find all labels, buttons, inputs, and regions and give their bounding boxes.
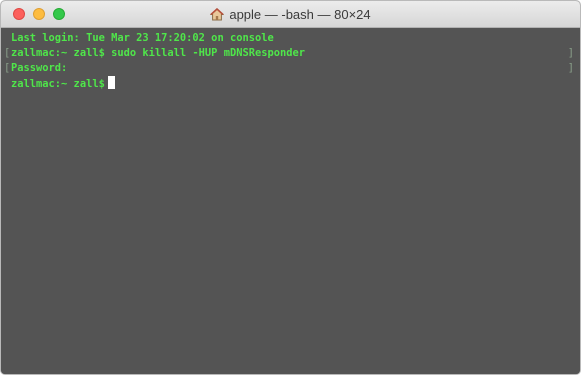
home-icon: [210, 8, 225, 21]
mark-bracket-right: ]: [567, 62, 574, 74]
terminal-line: [Password:]: [4, 61, 574, 76]
terminal-prompt-line: zallmac:~ zall$: [11, 76, 570, 91]
mark-bracket-left: [: [4, 62, 11, 74]
window-title-area: apple — -bash — 80×24: [1, 1, 580, 28]
terminal-line-text: Last login: Tue Mar 23 17:20:02 on conso…: [11, 32, 274, 44]
terminal-content[interactable]: Last login: Tue Mar 23 17:20:02 on conso…: [1, 28, 580, 374]
terminal-line-text: Password:: [11, 62, 68, 74]
terminal-line: Last login: Tue Mar 23 17:20:02 on conso…: [11, 31, 570, 46]
text-cursor: [107, 76, 115, 89]
mark-bracket-right: ]: [567, 47, 574, 59]
terminal-window: apple — -bash — 80×24 Last login: Tue Ma…: [0, 0, 581, 375]
mark-bracket-left: [: [4, 47, 11, 59]
terminal-prompt: zallmac:~ zall$: [11, 78, 105, 90]
terminal-line: [zallmac:~ zall$ sudo killall -HUP mDNSR…: [4, 46, 574, 61]
terminal-line-text: zallmac:~ zall$ sudo killall -HUP mDNSRe…: [11, 47, 306, 59]
title-bar[interactable]: apple — -bash — 80×24: [1, 1, 580, 28]
window-title: apple — -bash — 80×24: [229, 7, 371, 22]
